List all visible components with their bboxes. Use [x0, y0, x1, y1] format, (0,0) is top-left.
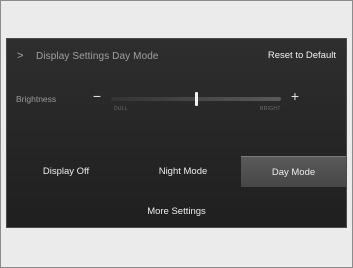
brightness-min-label: DULL — [114, 106, 128, 112]
display-off-button[interactable]: Display Off — [7, 156, 125, 186]
brightness-label: Brightness — [16, 94, 57, 104]
brightness-max-label: BRIGHT — [260, 106, 281, 112]
day-mode-button[interactable]: Day Mode — [241, 156, 346, 187]
page-title: Display Settings Day Mode — [36, 51, 159, 62]
night-mode-button[interactable]: Night Mode — [125, 156, 241, 186]
brightness-increase-button[interactable]: + — [289, 89, 301, 103]
more-settings-button[interactable]: More Settings — [7, 201, 346, 221]
display-settings-screen: > Display Settings Day Mode Reset to Def… — [6, 38, 347, 228]
brightness-decrease-button[interactable]: − — [91, 89, 103, 103]
chevron-right-icon[interactable]: > — [17, 50, 29, 62]
figure-frame: > Display Settings Day Mode Reset to Def… — [0, 0, 353, 268]
reset-to-default-button[interactable]: Reset to Default — [268, 50, 336, 61]
brightness-slider-handle[interactable] — [194, 92, 198, 106]
